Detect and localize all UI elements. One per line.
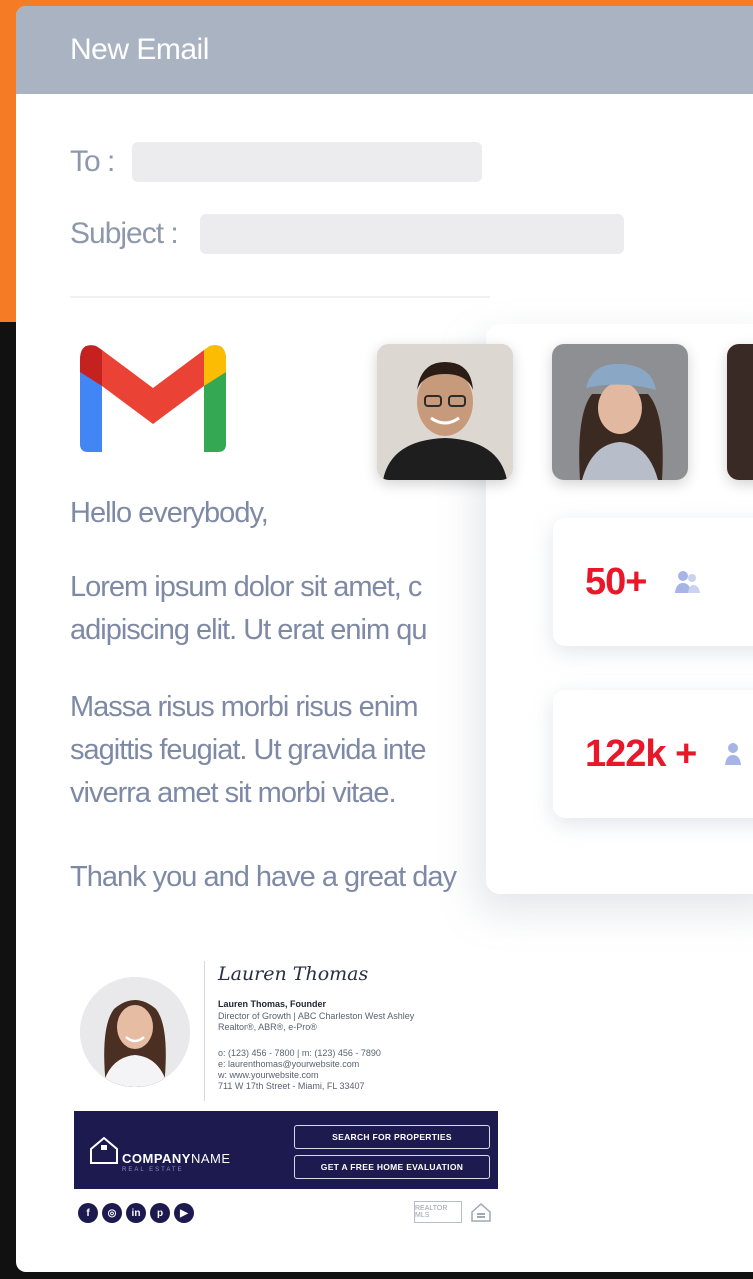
user-group-icon [675, 571, 701, 593]
facebook-icon[interactable]: f [78, 1203, 98, 1223]
social-links: f ◎ in p ▶ [78, 1203, 194, 1223]
paragraph2-line1: Massa risus morbi risus enim [70, 691, 418, 723]
email-signature: Lauren Thomas Lauren Thomas, Founder Dir… [74, 951, 510, 1233]
signature-script-name: Lauren Thomas [218, 963, 369, 985]
avatar-third [727, 344, 753, 480]
email-compose-window: New Email To : Subject : Hello everybody… [16, 6, 753, 1272]
user-group-icon [725, 743, 742, 765]
subject-label: Subject : [70, 217, 179, 250]
to-row: To : [70, 142, 483, 182]
signature-banner: COMPANYNAME REAL ESTATE SEARCH FOR PROPE… [74, 1111, 498, 1189]
subject-input[interactable] [199, 214, 624, 254]
compliance-badges: REALTOR MLS [414, 1201, 492, 1223]
signature-phone: o: (123) 456 - 7800 | m: (123) 456 - 789… [218, 1048, 381, 1058]
to-input[interactable] [132, 142, 483, 182]
subject-row: Subject : [70, 214, 624, 254]
realtor-mls-badge: REALTOR MLS [414, 1201, 462, 1223]
pinterest-icon[interactable]: p [150, 1203, 170, 1223]
signature-title-line1: Director of Growth | ABC Charleston West… [218, 1011, 415, 1021]
signature-divider [204, 961, 205, 1101]
company-tagline: REAL ESTATE [122, 1167, 184, 1173]
instagram-icon[interactable]: ◎ [102, 1203, 122, 1223]
paragraph1-line1: Lorem ipsum dolor sit amet, c [70, 571, 422, 603]
home-evaluation-button[interactable]: GET A FREE HOME EVALUATION [294, 1155, 490, 1179]
closing-text: Thank you and have a great day [70, 861, 457, 893]
stat-value-1: 50+ [585, 560, 647, 603]
search-properties-button[interactable]: SEARCH FOR PROPERTIES [294, 1125, 490, 1149]
avatar-man [377, 344, 513, 480]
company-name: COMPANYNAME [122, 1151, 231, 1166]
to-label: To : [70, 145, 115, 178]
header-divider [70, 296, 490, 298]
window-title: New Email [70, 33, 209, 66]
signature-photo [80, 977, 190, 1087]
linkedin-icon[interactable]: in [126, 1203, 146, 1223]
signature-address: 711 W 17th Street - Miami, FL 33407 [218, 1081, 365, 1091]
avatar-woman [552, 344, 688, 480]
greeting-text: Hello everybody, [70, 497, 269, 529]
stat-card-2: 122k + [553, 690, 753, 818]
window-titlebar[interactable]: New Email [16, 6, 753, 94]
equal-housing-icon [471, 1202, 491, 1222]
signature-website[interactable]: w: www.yourwebsite.com [218, 1070, 319, 1080]
paragraph2-line2: sagittis feugiat. Ut gravida inte [70, 734, 426, 766]
signature-email[interactable]: e: laurenthomas@yourwebsite.com [218, 1059, 359, 1069]
gmail-logo-icon [80, 345, 226, 452]
signature-title-line2: Realtor®, ABR®, e-Pro® [218, 1022, 317, 1032]
house-logo-icon [90, 1136, 118, 1164]
youtube-icon[interactable]: ▶ [174, 1203, 194, 1223]
stat-value-2: 122k + [585, 732, 697, 775]
signature-name-line: Lauren Thomas, Founder [218, 999, 327, 1009]
paragraph1-line2: adipiscing elit. Ut erat enim qu [70, 614, 427, 646]
paragraph2-line3: viverra amet sit morbi vitae. [70, 777, 397, 809]
stat-card-1: 50+ [553, 518, 753, 646]
